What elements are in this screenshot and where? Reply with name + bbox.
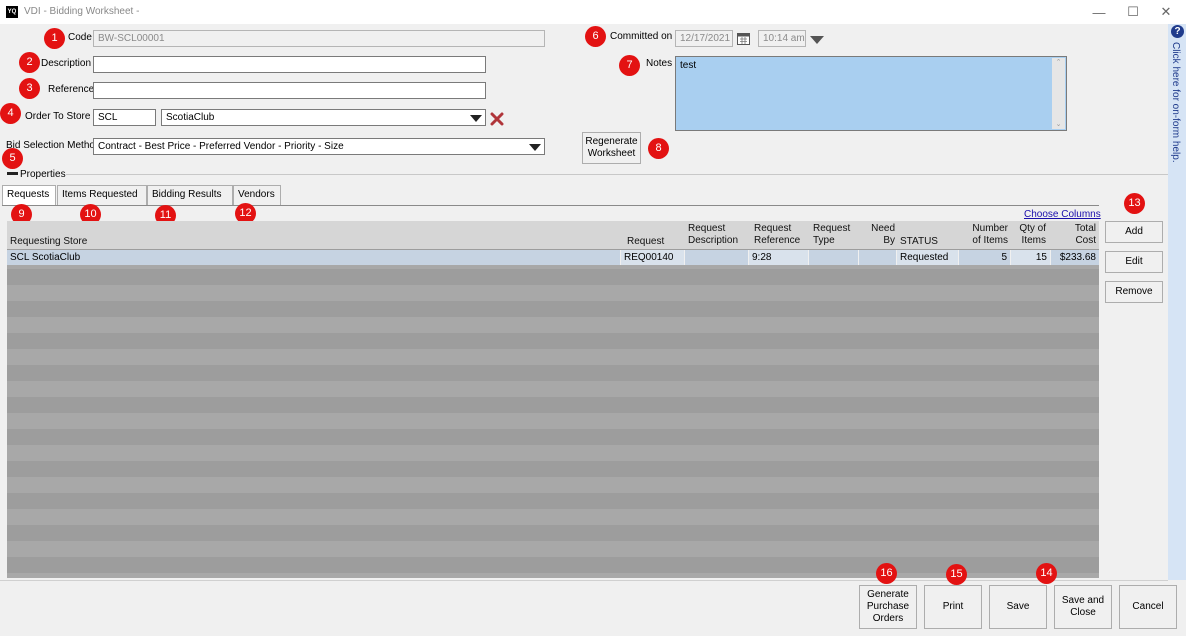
col-status[interactable]: STATUS xyxy=(900,236,938,248)
reference-field[interactable] xyxy=(93,82,486,99)
cell-reference: 9:28 xyxy=(749,250,809,265)
cell-need-by xyxy=(859,250,897,265)
cell-total-cost: $233.68 xyxy=(1059,252,1096,263)
minimize-button[interactable]: — xyxy=(1084,2,1114,22)
tab-vendors[interactable]: Vendors xyxy=(233,185,281,205)
generate-purchase-orders-button[interactable]: Generate Purchase Orders xyxy=(859,585,917,629)
tab-requests[interactable]: Requests xyxy=(2,185,56,206)
store-code-field[interactable]: SCL xyxy=(93,109,156,126)
grid-header: Requesting Store Request Request Descrip… xyxy=(7,221,1099,249)
choose-columns-link[interactable]: Choose Columns xyxy=(1024,209,1101,220)
badge-1: 1 xyxy=(44,28,65,49)
cell-request: REQ00140 xyxy=(621,250,685,265)
properties-label[interactable]: Properties xyxy=(20,169,66,180)
edit-button[interactable]: Edit xyxy=(1105,251,1163,273)
footer-divider xyxy=(0,580,1168,581)
store-select-value: ScotiaClub xyxy=(166,112,215,123)
committed-date-field: 12/17/2021 xyxy=(675,30,733,47)
title-bar: YQ VDI - Bidding Worksheet - — ☐ ✕ xyxy=(0,0,1186,24)
scroll-up-icon[interactable]: ⌃ xyxy=(1052,58,1065,66)
col-requesting-store[interactable]: Requesting Store xyxy=(10,236,87,248)
col-request-reference[interactable]: Request Reference xyxy=(754,223,804,247)
tab-items-requested[interactable]: Items Requested xyxy=(57,185,147,205)
save-button[interactable]: Save xyxy=(989,585,1047,629)
calendar-icon[interactable] xyxy=(737,32,750,45)
help-icon[interactable]: ? xyxy=(1171,25,1184,38)
badge-4: 4 xyxy=(0,103,21,124)
committed-time-field: 10:14 am xyxy=(758,30,806,47)
badge-15: 15 xyxy=(946,564,967,585)
badge-16: 16 xyxy=(876,563,897,584)
reference-label: Reference xyxy=(48,84,95,95)
window-title: VDI - Bidding Worksheet - xyxy=(24,6,140,17)
badge-13: 13 xyxy=(1124,193,1145,214)
bid-selection-value: Contract - Best Price - Preferred Vendor… xyxy=(98,141,344,152)
app-logo: YQ xyxy=(6,6,18,18)
cell-number-of-items: 5 xyxy=(959,250,1011,265)
col-request-type[interactable]: Request Type xyxy=(813,223,853,247)
regenerate-worksheet-button[interactable]: Regenerate Worksheet xyxy=(582,132,641,164)
cell-type xyxy=(809,250,859,265)
print-button[interactable]: Print xyxy=(924,585,982,629)
col-request[interactable]: Request xyxy=(627,236,664,248)
save-and-close-button[interactable]: Save and Close xyxy=(1054,585,1112,629)
cell-status: Requested xyxy=(897,250,959,265)
notes-label: Notes xyxy=(646,58,673,69)
remove-button[interactable]: Remove xyxy=(1105,281,1163,303)
bid-selection-select[interactable]: Contract - Best Price - Preferred Vendor… xyxy=(93,138,545,155)
col-request-description[interactable]: Request Description xyxy=(688,223,744,247)
code-label: Code xyxy=(68,32,92,43)
chevron-down-icon[interactable] xyxy=(810,36,824,44)
close-button[interactable]: ✕ xyxy=(1151,2,1181,22)
col-need-by[interactable]: Need By xyxy=(863,223,895,247)
cell-store: SCL ScotiaClub xyxy=(7,250,621,265)
cell-qty: 15 xyxy=(1011,250,1051,265)
notes-scrollbar[interactable]: ⌃ ⌄ xyxy=(1052,58,1065,129)
badge-3: 3 xyxy=(19,78,40,99)
table-row[interactable]: SCL ScotiaClub REQ00140 9:28 Requested 5… xyxy=(7,250,1099,265)
notes-value: test xyxy=(680,60,697,71)
col-total-cost[interactable]: Total Cost xyxy=(1061,223,1096,247)
col-qty-of-items[interactable]: Qty of Items xyxy=(1012,223,1046,247)
bid-selection-label: Bid Selection Method xyxy=(6,140,101,151)
description-field[interactable] xyxy=(93,56,486,73)
code-field: BW-SCL00001 xyxy=(93,30,545,47)
store-select[interactable]: ScotiaClub xyxy=(161,109,486,126)
scroll-down-icon[interactable]: ⌄ xyxy=(1052,120,1065,128)
chevron-down-icon xyxy=(470,115,482,122)
badge-5: 5 xyxy=(2,148,23,169)
order-to-store-label: Order To Store xyxy=(25,111,91,122)
cancel-button[interactable]: Cancel xyxy=(1119,585,1177,629)
col-number-of-items[interactable]: Number of Items xyxy=(962,223,1008,247)
maximize-button[interactable]: ☐ xyxy=(1118,2,1148,22)
tab-bidding-results[interactable]: Bidding Results xyxy=(147,185,233,205)
requests-grid[interactable] xyxy=(7,221,1099,578)
badge-6: 6 xyxy=(585,26,606,47)
committed-label: Committed on xyxy=(610,31,673,42)
chevron-down-icon xyxy=(529,144,541,151)
cell-description xyxy=(685,250,749,265)
help-text[interactable]: Click here for on-form help. xyxy=(1170,42,1181,163)
badge-14: 14 xyxy=(1036,563,1057,584)
badge-7: 7 xyxy=(619,55,640,76)
description-label: Description xyxy=(41,58,92,69)
collapse-icon[interactable] xyxy=(7,172,18,175)
properties-divider xyxy=(66,174,1168,175)
notes-field[interactable]: test xyxy=(675,56,1067,131)
add-button[interactable]: Add xyxy=(1105,221,1163,243)
badge-8: 8 xyxy=(648,138,669,159)
badge-2: 2 xyxy=(19,52,40,73)
clear-store-icon[interactable] xyxy=(490,112,504,126)
